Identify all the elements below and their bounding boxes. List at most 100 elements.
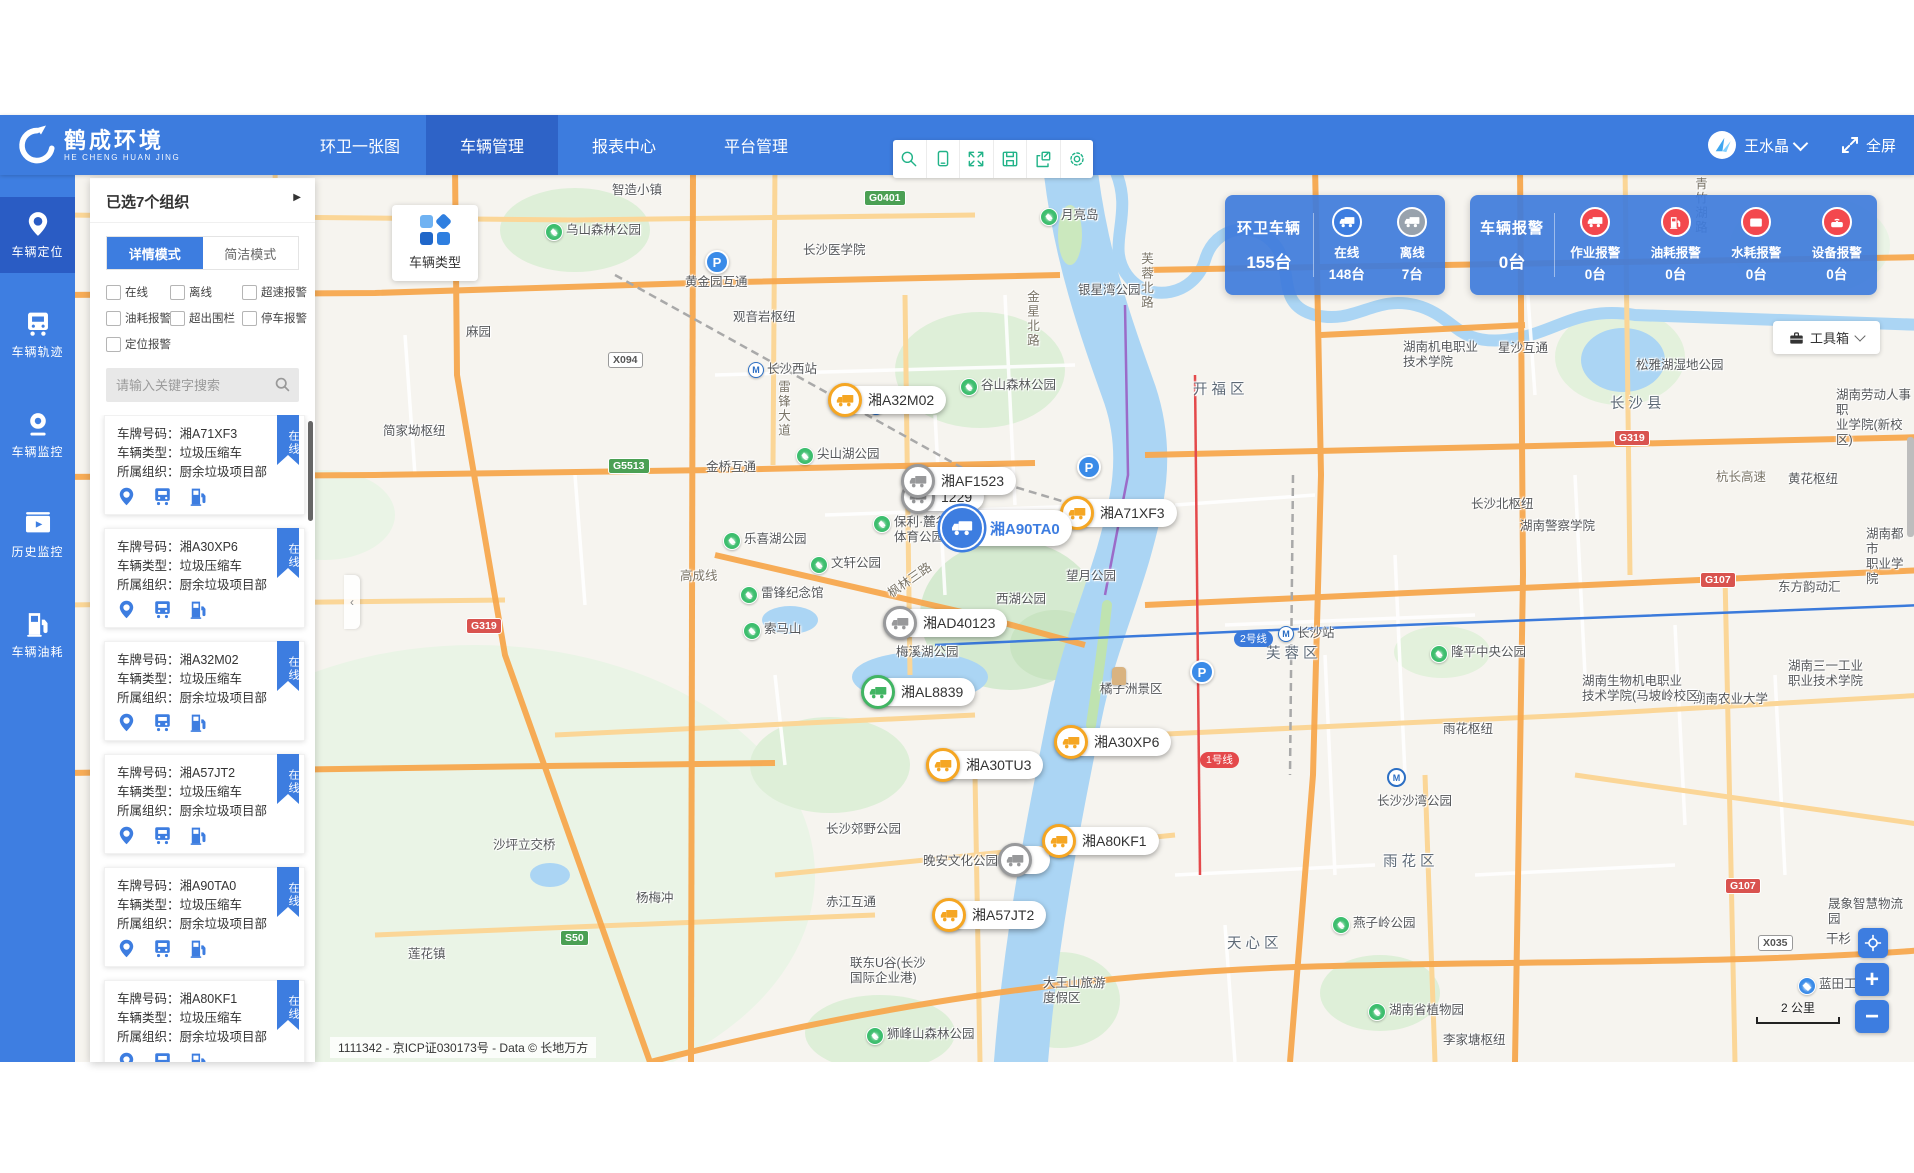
toolbox-button[interactable]: 工具箱 [1773,321,1880,354]
vehicle-card[interactable]: 车牌号码：湘A71XF3 车辆类型：垃圾压缩车 所属组织：厨余垃圾项目部 在线 [104,415,305,515]
org-selector[interactable]: 已选7个组织 [90,178,315,223]
username[interactable]: 王水晶 [1744,135,1789,156]
filter-checkbox[interactable]: 停车报警 [242,310,307,326]
vehicle-marker[interactable] [1000,846,1050,874]
nav-item-platform[interactable]: 平台管理 [690,115,822,175]
save-icon[interactable] [994,140,1028,178]
locate-vehicle-icon[interactable] [117,487,136,506]
type-label: 车辆类型： [117,785,180,799]
vehicle-marker[interactable]: 湘A30XP6 [1056,728,1171,756]
track-vehicle-icon[interactable] [153,826,172,845]
map-label: 雷锋大道 [775,380,790,438]
tab-simple-mode[interactable]: 简洁模式 [203,237,299,269]
map-label: 橘子洲景区 [1100,682,1163,697]
locate-vehicle-icon[interactable] [117,713,136,732]
vehicle-marker[interactable]: 湘A32M02 [830,386,946,414]
vehicle-marker[interactable]: 湘A71XF3 [1062,499,1177,527]
sidebar-item-vehicle-fuel[interactable]: 车辆油耗 [0,597,75,673]
locate-vehicle-icon[interactable] [117,600,136,619]
track-vehicle-icon[interactable] [153,1052,172,1062]
chevron-down-icon[interactable] [1793,135,1809,151]
avatar[interactable] [1708,131,1736,159]
filter-checkbox[interactable]: 离线 [170,284,240,300]
export-icon[interactable] [1027,140,1061,178]
nav-item-vehicle-mgmt[interactable]: 车辆管理 [426,115,558,175]
search-input[interactable] [106,368,299,402]
track-vehicle-icon[interactable] [153,713,172,732]
tab-detail-mode[interactable]: 详情模式 [107,237,203,269]
device-icon[interactable] [927,140,961,178]
org-value: 厨余垃圾项目部 [180,691,268,705]
zoom-out-button[interactable]: − [1855,1000,1889,1033]
vehicle-type-button[interactable]: 车辆类型 [392,205,478,281]
locate-vehicle-icon[interactable] [117,939,136,958]
vehicle-card[interactable]: 车牌号码：湘A80KF1 车辆类型：垃圾压缩车 所属组织：厨余垃圾项目部 在线 [104,980,305,1062]
locate-vehicle-icon[interactable] [117,1052,136,1062]
vehicle-card[interactable]: 车牌号码：湘A90TA0 车辆类型：垃圾压缩车 所属组织：厨余垃圾项目部 在线 [104,867,305,967]
checkbox-icon[interactable] [106,285,121,300]
vehicle-marker-plate: 湘AL8839 [901,682,963,702]
checkbox-icon[interactable] [170,311,185,326]
vehicle-marker[interactable]: 湘A57JT2 [934,901,1046,929]
vehicle-marker[interactable]: 湘AL8839 [863,678,975,706]
vehicle-card[interactable]: 车牌号码：湘A32M02 车辆类型：垃圾压缩车 所属组织：厨余垃圾项目部 在线 [104,641,305,741]
zoom-in-button[interactable]: + [1855,963,1889,996]
sidebar-item-vehicle-track[interactable]: 车辆轨迹 [0,297,75,373]
zoom-search-icon[interactable] [893,140,927,178]
vehicle-marker-plate: 湘AF1523 [941,471,1004,491]
sidebar-item-history-monitor[interactable]: 历史监控 [0,497,75,573]
type-label: 车辆类型： [117,1011,180,1025]
chevron-down-icon [1854,330,1865,341]
checkbox-icon[interactable] [106,337,121,352]
fuel-vehicle-icon[interactable] [189,939,208,958]
map-label: 长沙县 [1610,397,1666,412]
browser-scrollbar[interactable] [1907,437,1914,537]
search-icon[interactable] [274,376,291,398]
truck-icon [883,606,917,640]
vehicle-card[interactable]: 车牌号码：湘A30XP6 车辆类型：垃圾压缩车 所属组织：厨余垃圾项目部 在线 [104,528,305,628]
fuel-vehicle-icon[interactable] [189,713,208,732]
settings-icon[interactable] [1061,140,1094,178]
sidebar-item-vehicle-monitor[interactable]: 车辆监控 [0,397,75,473]
track-vehicle-icon[interactable] [153,487,172,506]
map-label: 雷锋纪念馆 [740,586,824,604]
track-vehicle-icon[interactable] [153,600,172,619]
vehicle-list[interactable]: 车牌号码：湘A71XF3 车辆类型：垃圾压缩车 所属组织：厨余垃圾项目部 在线 … [90,415,315,1062]
vehicle-card[interactable]: 车牌号码：湘A57JT2 车辆类型：垃圾压缩车 所属组织：厨余垃圾项目部 在线 [104,754,305,854]
list-scrollbar[interactable] [308,421,313,521]
locate-button[interactable] [1858,928,1888,958]
map-label: 乐喜湖公园 [723,532,807,550]
vehicle-marker[interactable]: 湘A90TA0 [942,510,1072,546]
vehicle-marker[interactable]: 湘AF1523 [903,467,1016,495]
checkbox-icon[interactable] [242,285,257,300]
filter-checkbox[interactable]: 在线 [106,284,168,300]
vehicle-marker[interactable]: 湘A80KF1 [1044,827,1159,855]
fuel-vehicle-icon[interactable] [189,600,208,619]
map-label: 联东U谷(长沙 国际企业港) [850,956,926,986]
fuel-vehicle-icon[interactable] [189,487,208,506]
locate-vehicle-icon[interactable] [117,826,136,845]
map-label: 金星北路 [1024,290,1039,348]
filter-checkbox[interactable]: 油耗报警 [106,310,168,326]
checkbox-icon[interactable] [170,285,185,300]
track-vehicle-icon[interactable] [153,939,172,958]
filter-checkbox[interactable]: 定位报警 [106,336,168,352]
panel-collapse-handle[interactable]: ‹ [344,575,360,629]
checkbox-icon[interactable] [242,311,257,326]
fuel-vehicle-icon[interactable] [189,826,208,845]
truck-icon [926,748,960,782]
fullscreen-button[interactable]: 全屏 [1840,135,1896,156]
org-label: 所属组织： [117,465,180,479]
filter-checkbox[interactable]: 超出围栏 [170,310,240,326]
vehicle-marker[interactable]: 湘AD40123 [885,609,1007,637]
nav-item-overview[interactable]: 环卫一张图 [294,115,426,175]
fuel-vehicle-icon[interactable] [189,1052,208,1062]
search-box [106,368,299,402]
truck-icon [901,464,935,498]
nav-item-reports[interactable]: 报表中心 [558,115,690,175]
filter-checkbox[interactable]: 超速报警 [242,284,307,300]
vehicle-marker[interactable]: 湘A30TU3 [928,751,1043,779]
sidebar-item-vehicle-location[interactable]: 车辆定位 [0,197,75,273]
checkbox-icon[interactable] [106,311,121,326]
expand-icon[interactable] [960,140,994,178]
